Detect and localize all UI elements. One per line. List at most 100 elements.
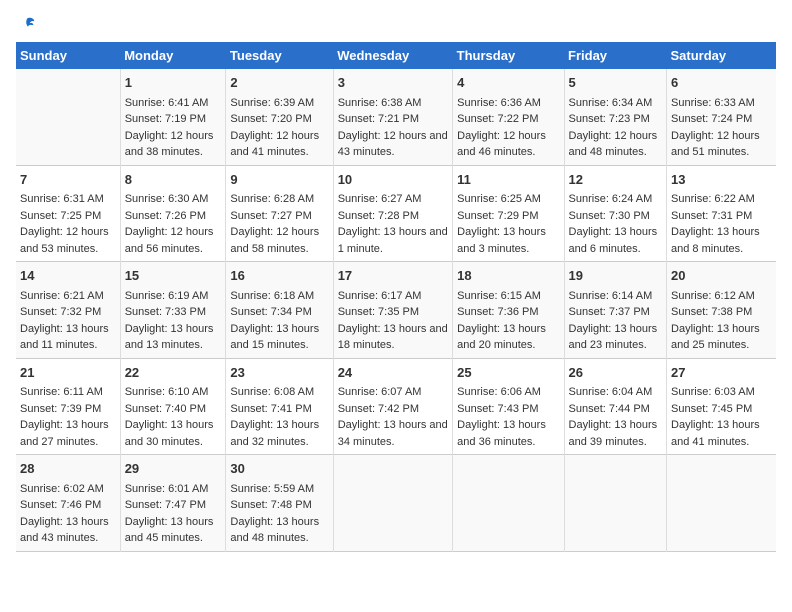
sunrise-text: Sunrise: 6:24 AM [569, 193, 653, 205]
day-number: 9 [230, 170, 328, 190]
calendar-cell: 21Sunrise: 6:11 AMSunset: 7:39 PMDayligh… [16, 358, 120, 455]
calendar-cell: 17Sunrise: 6:17 AMSunset: 7:35 PMDayligh… [333, 262, 452, 359]
daylight-text: Daylight: 13 hours and 23 minutes. [569, 323, 658, 352]
calendar-cell: 25Sunrise: 6:06 AMSunset: 7:43 PMDayligh… [453, 358, 564, 455]
calendar-cell: 16Sunrise: 6:18 AMSunset: 7:34 PMDayligh… [226, 262, 333, 359]
sunset-text: Sunset: 7:45 PM [671, 403, 752, 415]
sunset-text: Sunset: 7:29 PM [457, 210, 538, 222]
daylight-text: Daylight: 13 hours and 45 minutes. [125, 516, 214, 545]
sunset-text: Sunset: 7:42 PM [338, 403, 419, 415]
sunrise-text: Sunrise: 6:04 AM [569, 386, 653, 398]
sunset-text: Sunset: 7:21 PM [338, 113, 419, 125]
sunset-text: Sunset: 7:46 PM [20, 499, 101, 511]
sunrise-text: Sunrise: 6:36 AM [457, 97, 541, 109]
sunset-text: Sunset: 7:35 PM [338, 306, 419, 318]
week-row-2: 7 Sunrise: 6:31 AM Sunset: 7:25 PM Daylight… [16, 165, 776, 262]
day-number: 2 [230, 73, 328, 93]
sunset-text: Sunset: 7:22 PM [457, 113, 538, 125]
day-number: 11 [457, 170, 559, 190]
day-number: 7 [20, 170, 116, 190]
sunset-text: Sunset: 7:33 PM [125, 306, 206, 318]
daylight-text: Daylight: 13 hours and 25 minutes. [671, 323, 760, 352]
day-number: 19 [569, 266, 663, 286]
sunset-text: Sunset: 7:32 PM [20, 306, 101, 318]
sunrise-text: Sunrise: 6:19 AM [125, 290, 209, 302]
sunset-text: Sunset: 7:41 PM [230, 403, 311, 415]
sunrise-text: Sunrise: 6:06 AM [457, 386, 541, 398]
day-number: 8 [125, 170, 222, 190]
daylight-text: Daylight: 12 hours and 58 minutes. [230, 226, 319, 255]
sunrise-text: Sunrise: 6:01 AM [125, 483, 209, 495]
calendar-cell [333, 455, 452, 552]
day-number: 3 [338, 73, 448, 93]
day-number: 26 [569, 363, 663, 383]
calendar-cell: 6 Sunrise: 6:33 AM Sunset: 7:24 PM Daylight… [667, 69, 776, 165]
daylight-text: Daylight: 12 hours and 51 minutes. [671, 130, 760, 159]
daylight-text: Daylight: 13 hours and 39 minutes. [569, 419, 658, 448]
day-number: 14 [20, 266, 116, 286]
sunrise-text: Sunrise: 6:31 AM [20, 193, 104, 205]
calendar-cell: 14Sunrise: 6:21 AMSunset: 7:32 PMDayligh… [16, 262, 120, 359]
daylight-text: Daylight: 12 hours and 53 minutes. [20, 226, 109, 255]
daylight-text: Daylight: 13 hours and 48 minutes. [230, 516, 319, 545]
sunrise-text: Sunrise: 6:28 AM [230, 193, 314, 205]
sunrise-text: Sunrise: 6:10 AM [125, 386, 209, 398]
calendar-cell: 8Sunrise: 6:30 AMSunset: 7:26 PMDaylight… [120, 165, 226, 262]
sunset-text: Sunset: 7:48 PM [230, 499, 311, 511]
day-number: 6 [671, 73, 772, 93]
daylight-text: Daylight: 13 hours and 36 minutes. [457, 419, 546, 448]
calendar-cell: 26 Sunrise: 6:04 AM Sunset: 7:44 PM Dayligh… [564, 358, 667, 455]
day-number: 4 [457, 73, 559, 93]
calendar-cell: 7 Sunrise: 6:31 AM Sunset: 7:25 PM Daylight… [16, 165, 120, 262]
sunset-text: Sunset: 7:25 PM [20, 210, 101, 222]
sunrise-text: Sunrise: 6:02 AM [20, 483, 104, 495]
daylight-text: Daylight: 12 hours and 38 minutes. [125, 130, 214, 159]
day-number: 12 [569, 170, 663, 190]
day-number: 27 [671, 363, 772, 383]
daylight-text: Daylight: 13 hours and 34 minutes. [338, 419, 448, 448]
sunrise-text: Sunrise: 6:03 AM [671, 386, 755, 398]
week-row-5: 28 Sunrise: 6:02 AM Sunset: 7:46 PM Dayligh… [16, 455, 776, 552]
calendar-cell: 30Sunrise: 5:59 AMSunset: 7:48 PMDayligh… [226, 455, 333, 552]
day-number: 25 [457, 363, 559, 383]
logo [16, 16, 36, 34]
calendar-cell: 28Sunrise: 6:02 AMSunset: 7:46 PMDayligh… [16, 455, 120, 552]
day-number: 22 [125, 363, 222, 383]
day-number: 1 [125, 73, 222, 93]
daylight-text: Daylight: 13 hours and 8 minutes. [671, 226, 760, 255]
sunset-text: Sunset: 7:44 PM [569, 403, 650, 415]
calendar-cell: 20Sunrise: 6:12 AMSunset: 7:38 PMDayligh… [667, 262, 776, 359]
sunrise-text: Sunrise: 6:27 AM [338, 193, 422, 205]
daylight-text: Daylight: 13 hours and 18 minutes. [338, 323, 448, 352]
sunrise-text: Sunrise: 5:59 AM [230, 483, 314, 495]
sunrise-text: Sunrise: 6:22 AM [671, 193, 755, 205]
calendar-cell: 10Sunrise: 6:27 AMSunset: 7:28 PMDayligh… [333, 165, 452, 262]
calendar-cell: 11Sunrise: 6:25 AMSunset: 7:29 PMDayligh… [453, 165, 564, 262]
daylight-text: Daylight: 12 hours and 41 minutes. [230, 130, 319, 159]
sunrise-text: Sunrise: 6:08 AM [230, 386, 314, 398]
calendar-cell [667, 455, 776, 552]
sunset-text: Sunset: 7:24 PM [671, 113, 752, 125]
calendar-cell: 22Sunrise: 6:10 AMSunset: 7:40 PMDayligh… [120, 358, 226, 455]
sunrise-text: Sunrise: 6:39 AM [230, 97, 314, 109]
calendar-cell: 29Sunrise: 6:01 AMSunset: 7:47 PMDayligh… [120, 455, 226, 552]
sunset-text: Sunset: 7:31 PM [671, 210, 752, 222]
column-headers: SundayMondayTuesdayWednesdayThursdayFrid… [16, 42, 776, 69]
daylight-text: Daylight: 13 hours and 1 minute. [338, 226, 448, 255]
daylight-text: Daylight: 13 hours and 13 minutes. [125, 323, 214, 352]
week-row-1: 1Sunrise: 6:41 AMSunset: 7:19 PMDaylight… [16, 69, 776, 165]
daylight-text: Daylight: 13 hours and 3 minutes. [457, 226, 546, 255]
calendar-cell: 9Sunrise: 6:28 AMSunset: 7:27 PMDaylight… [226, 165, 333, 262]
daylight-text: Daylight: 12 hours and 56 minutes. [125, 226, 214, 255]
calendar-cell: 3Sunrise: 6:38 AMSunset: 7:21 PMDaylight… [333, 69, 452, 165]
column-header-thursday: Thursday [453, 42, 564, 69]
day-number: 17 [338, 266, 448, 286]
sunset-text: Sunset: 7:19 PM [125, 113, 206, 125]
sunset-text: Sunset: 7:34 PM [230, 306, 311, 318]
column-header-tuesday: Tuesday [226, 42, 333, 69]
calendar-cell: 19Sunrise: 6:14 AMSunset: 7:37 PMDayligh… [564, 262, 667, 359]
sunrise-text: Sunrise: 6:33 AM [671, 97, 755, 109]
sunset-text: Sunset: 7:36 PM [457, 306, 538, 318]
day-number: 28 [20, 459, 116, 479]
header [16, 16, 776, 34]
